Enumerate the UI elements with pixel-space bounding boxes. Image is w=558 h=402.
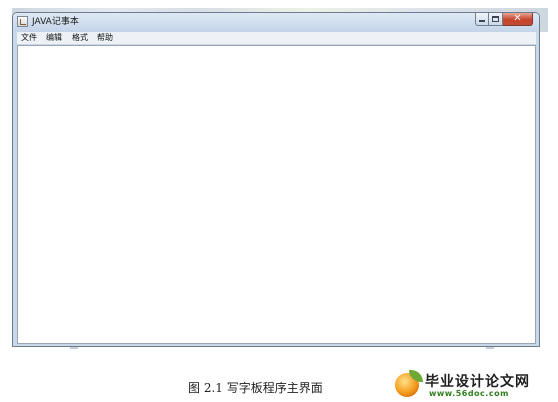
maximize-icon xyxy=(492,16,499,22)
minimize-icon xyxy=(479,20,485,22)
watermark-url: www.56doc.com xyxy=(429,389,509,398)
window-title: JAVA记事本 xyxy=(32,17,79,27)
notepad-window: JAVA记事本 ✕ 文件 编辑 格式 帮助 xyxy=(12,12,540,347)
figure-caption: 图 2.1 写字板程序主界面 xyxy=(188,381,323,395)
watermark-title: 毕业设计论文网 xyxy=(425,374,530,390)
title-bar[interactable]: JAVA记事本 ✕ xyxy=(13,13,539,32)
notepad-app-icon[interactable] xyxy=(17,16,28,27)
close-button[interactable]: ✕ xyxy=(503,13,533,26)
menu-edit[interactable]: 编辑 xyxy=(46,32,62,44)
shadow-tick xyxy=(70,347,78,349)
shadow-tick xyxy=(486,347,494,349)
menu-format[interactable]: 格式 xyxy=(72,32,88,44)
menu-file[interactable]: 文件 xyxy=(21,32,37,44)
close-icon: ✕ xyxy=(513,13,522,24)
minimize-button[interactable] xyxy=(475,13,489,26)
maximize-button[interactable] xyxy=(489,13,503,26)
menu-help[interactable]: 帮助 xyxy=(97,32,113,44)
menu-bar: 文件 编辑 格式 帮助 xyxy=(17,32,536,44)
site-watermark: 毕业设计论文网 www.56doc.com xyxy=(395,370,555,400)
text-editor-area[interactable] xyxy=(17,45,536,344)
